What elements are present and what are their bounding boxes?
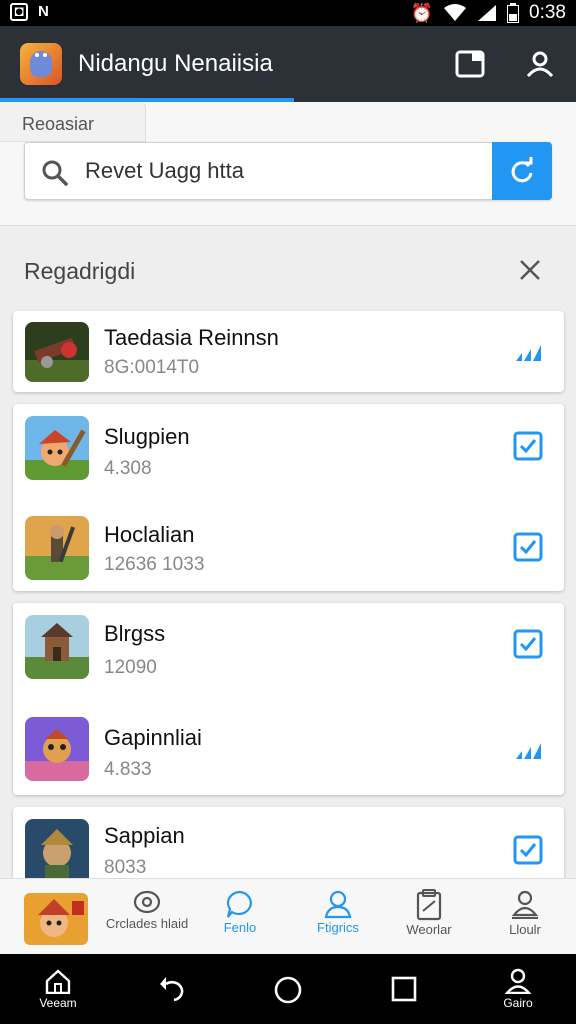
- status-bar: ◘ N ⏰ 0:38: [0, 0, 576, 26]
- checkbox-checked-icon[interactable]: [513, 629, 543, 659]
- nav-item-ftigrics[interactable]: Ftigrics: [293, 889, 383, 935]
- account-label: Gairo: [503, 996, 533, 1010]
- nav-item-weorlar[interactable]: Weorlar: [384, 889, 474, 937]
- search-tab[interactable]: Reoasiar: [0, 102, 146, 142]
- account-button[interactable]: Gairo: [488, 968, 548, 1010]
- battery-icon: [507, 3, 520, 23]
- wifi-icon: [444, 4, 467, 21]
- item-subtitle: 12090: [104, 657, 157, 678]
- recents-button[interactable]: [374, 974, 434, 1004]
- nav-label: Fenlo: [223, 920, 257, 935]
- back-button[interactable]: [142, 974, 202, 1004]
- item-name: Slugpien: [104, 424, 190, 449]
- alarm-icon: ⏰: [410, 2, 434, 23]
- home-circle-button[interactable]: [258, 974, 318, 1006]
- window-icon[interactable]: [454, 48, 486, 80]
- item-name: Sappian: [104, 823, 185, 848]
- list-item[interactable]: Blrgss 12090: [13, 603, 564, 703]
- system-nav-bar: Veeam Gairo: [0, 954, 576, 1024]
- item-name: Gapinnliai: [104, 725, 202, 750]
- list-item[interactable]: Sappian 8033: [13, 807, 564, 878]
- chat-icon: [226, 890, 252, 918]
- list-item[interactable]: Taedasia Reinnsn 8G:0014T0: [13, 311, 564, 392]
- app-card: Sappian 8033: [13, 807, 564, 878]
- checkbox-checked-icon[interactable]: [513, 532, 543, 562]
- search-icon: [42, 160, 68, 186]
- app-title: Nidangu Nenaiisia: [78, 50, 273, 77]
- game-thumbnail: [25, 717, 89, 781]
- refresh-icon: [511, 157, 533, 183]
- signal-icon: [478, 5, 497, 21]
- app-logo-icon[interactable]: [20, 43, 62, 85]
- profile-icon[interactable]: [524, 48, 556, 80]
- search-area: Reoasiar: [0, 102, 576, 226]
- search-input[interactable]: [85, 151, 505, 191]
- item-subtitle: 8033: [104, 857, 147, 878]
- list-item[interactable]: Gapinnliai 4.833: [13, 703, 564, 803]
- circle-home-icon: [274, 976, 302, 1004]
- game-thumbnail: [25, 416, 89, 480]
- item-subtitle: 4.308: [104, 458, 152, 479]
- app-bar: Nidangu Nenaiisia: [0, 26, 576, 102]
- item-name: Hoclalian: [104, 522, 195, 547]
- item-subtitle: 8G:0014T0: [104, 357, 200, 378]
- app-card: Taedasia Reinnsn 8G:0014T0: [13, 311, 564, 392]
- list-item[interactable]: Hoclalian 12636 1033: [13, 502, 564, 602]
- person-icon: [511, 890, 539, 919]
- game-thumbnail: [25, 615, 89, 679]
- close-icon[interactable]: [516, 256, 544, 284]
- back-icon: [160, 977, 184, 1002]
- user-icon: [324, 890, 352, 919]
- search-tab-label: Reoasiar: [22, 114, 95, 134]
- checkbox-checked-icon[interactable]: [513, 431, 543, 461]
- square-recents-icon: [391, 976, 417, 1002]
- game-thumbnail: [25, 322, 89, 382]
- status-app-glyph: N: [38, 3, 49, 20]
- featured-game-thumbnail[interactable]: [24, 893, 88, 945]
- status-time: 0:38: [529, 2, 566, 23]
- nav-item-lloulr[interactable]: Lloulr: [480, 889, 570, 937]
- home-icon: [45, 969, 71, 994]
- checkbox-checked-icon[interactable]: [513, 835, 543, 865]
- item-name: Blrgss: [104, 621, 166, 646]
- home-button[interactable]: Veeam: [28, 968, 88, 1010]
- nav-item-fenlo[interactable]: Fenlo: [195, 889, 285, 935]
- nav-label: Weorlar: [406, 922, 452, 937]
- nav-label: Ftigrics: [317, 920, 359, 935]
- nav-item-crclades[interactable]: Crclades hlaid: [102, 889, 192, 931]
- list-item[interactable]: Slugpien 4.308: [13, 404, 564, 504]
- game-thumbnail: [25, 516, 89, 580]
- signal-status-icon[interactable]: [513, 337, 543, 367]
- nav-label: Lloulr: [509, 922, 541, 937]
- refresh-button[interactable]: [492, 142, 552, 200]
- clipboard-icon: [416, 889, 442, 921]
- app-card: Slugpien 4.308 Hoclalian 12636 1033: [13, 404, 564, 591]
- signal-status-icon[interactable]: [513, 735, 543, 765]
- search-box: [24, 142, 552, 200]
- account-icon: [504, 968, 532, 994]
- game-thumbnail: [25, 819, 89, 878]
- eye-icon: [133, 890, 161, 914]
- nav-label: Crclades hlaid: [105, 916, 189, 931]
- item-name: Taedasia Reinnsn: [104, 325, 279, 350]
- home-label: Veeam: [39, 996, 77, 1010]
- bottom-nav: Crclades hlaid Fenlo Ftigrics Weorlar Ll…: [0, 878, 576, 954]
- item-subtitle: 12636 1033: [104, 554, 205, 575]
- notification-icon: ◘: [10, 3, 28, 21]
- item-subtitle: 4.833: [104, 759, 152, 780]
- app-card: Blrgss 12090 Gapinnliai 4.833: [13, 603, 564, 795]
- section-title: Regadrigdi: [24, 258, 136, 284]
